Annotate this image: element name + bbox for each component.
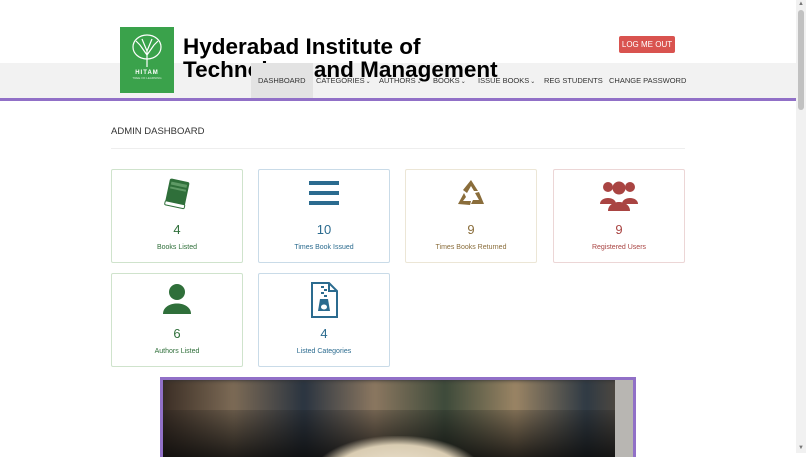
recycle-icon bbox=[458, 180, 484, 205]
heading-divider bbox=[111, 148, 685, 149]
stat-value: 4 bbox=[173, 222, 181, 237]
stat-label: Listed Categories bbox=[296, 348, 352, 355]
stat-card-registered-users[interactable]: 9 Registered Users bbox=[553, 169, 685, 263]
file-zip-icon bbox=[311, 282, 338, 318]
nav-dashboard-label: DASHBOARD bbox=[258, 76, 306, 85]
nav-change-password-label: CHANGE PASSWORD bbox=[609, 76, 687, 85]
nav-books-label: BOOKS bbox=[433, 76, 460, 85]
user-icon bbox=[163, 284, 191, 314]
stat-card-times-book-issued[interactable]: 10 Times Book Issued bbox=[258, 169, 390, 263]
nav-books[interactable]: BOOKS⌄ bbox=[433, 63, 466, 98]
book-icon bbox=[164, 178, 190, 210]
site-logo[interactable]: HITAM TREE OF LEARNING bbox=[120, 27, 174, 93]
chevron-down-icon: ⌄ bbox=[416, 79, 422, 85]
stat-value: 9 bbox=[615, 222, 623, 237]
scroll-down-arrow-icon[interactable]: ▼ bbox=[796, 444, 806, 453]
stat-value: 9 bbox=[467, 222, 475, 237]
stat-card-books-listed[interactable]: 4 Books Listed bbox=[111, 169, 243, 263]
chevron-down-icon: ⌄ bbox=[365, 79, 371, 85]
tree-icon bbox=[132, 34, 162, 67]
nav-change-password[interactable]: CHANGE PASSWORD bbox=[609, 63, 686, 98]
chevron-down-icon: ⌄ bbox=[530, 79, 536, 85]
nav-authors-label: AUTHORS bbox=[379, 76, 416, 85]
open-book-image bbox=[313, 436, 483, 457]
nav-reg-students[interactable]: REG STUDENTS bbox=[544, 63, 603, 98]
stat-card-listed-categories[interactable]: 4 Listed Categories bbox=[258, 273, 390, 367]
banner-side-panel bbox=[615, 380, 633, 457]
logout-button[interactable]: LOG ME OUT bbox=[619, 36, 675, 53]
logo-subtext: TREE OF LEARNING bbox=[132, 76, 162, 80]
stat-card-times-books-returned[interactable]: 9 Times Books Returned bbox=[405, 169, 537, 263]
stat-value: 4 bbox=[320, 326, 328, 341]
library-banner-image bbox=[160, 377, 636, 457]
chevron-down-icon: ⌄ bbox=[460, 79, 466, 85]
stat-label: Times Book Issued bbox=[294, 244, 354, 251]
stat-value: 10 bbox=[316, 222, 332, 237]
users-icon bbox=[600, 181, 638, 211]
stat-label: Authors Listed bbox=[154, 348, 200, 355]
stat-card-authors-listed[interactable]: 6 Authors Listed bbox=[111, 273, 243, 367]
nav-reg-students-label: REG STUDENTS bbox=[544, 76, 603, 85]
page-title: ADMIN DASHBOARD bbox=[111, 126, 205, 137]
stat-value: 6 bbox=[173, 326, 181, 341]
stat-label: Times Books Returned bbox=[435, 244, 507, 251]
stat-label: Registered Users bbox=[591, 244, 647, 251]
list-icon bbox=[309, 181, 339, 205]
nav-authors[interactable]: AUTHORS⌄ bbox=[379, 63, 422, 98]
nav-issue-books-label: ISSUE BOOKS bbox=[478, 76, 530, 85]
nav-issue-books[interactable]: ISSUE BOOKS⌄ bbox=[478, 63, 535, 98]
nav-categories[interactable]: CATEGORIES⌄ bbox=[316, 63, 371, 98]
scrollbar-thumb[interactable] bbox=[798, 10, 804, 110]
scroll-up-arrow-icon[interactable]: ▲ bbox=[796, 0, 806, 9]
nav-categories-label: CATEGORIES bbox=[316, 76, 365, 85]
nav-dashboard[interactable]: DASHBOARD bbox=[251, 63, 313, 98]
stat-label: Books Listed bbox=[156, 244, 198, 251]
